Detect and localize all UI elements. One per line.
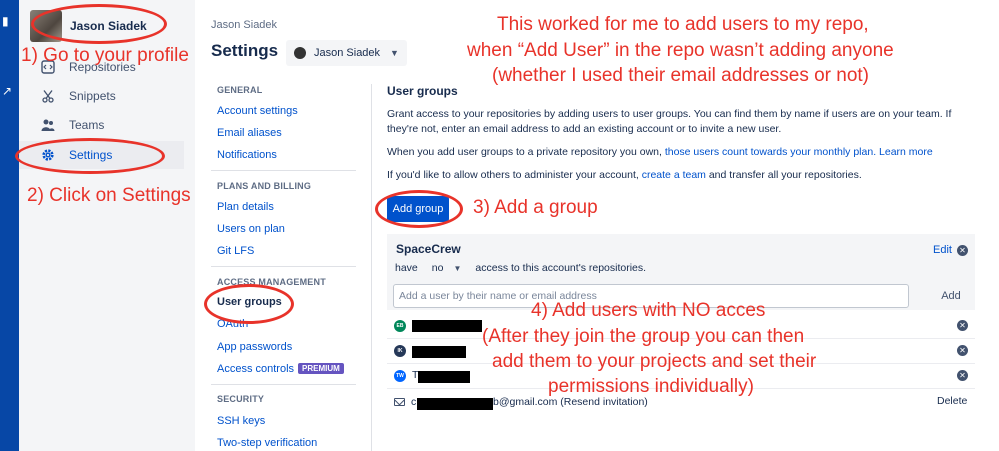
intro-paragraph: Grant access to your repositories by add… — [387, 108, 952, 135]
create-team-link[interactable]: create a team — [642, 169, 706, 181]
nav-divider — [211, 266, 356, 267]
sidebar-item-settings[interactable]: Settings — [19, 141, 184, 169]
account-switcher-label: Jason Siadek — [314, 47, 381, 59]
sidebar-item-label: Settings — [69, 148, 113, 162]
chevron-down-icon: ▼ — [453, 263, 462, 273]
member-avatar: IK — [394, 345, 406, 357]
redacted-email — [417, 398, 493, 410]
account-switcher[interactable]: Jason Siadek ▼ — [286, 40, 407, 66]
global-nav-rail: ▮ ↗ — [0, 0, 19, 451]
gear-icon — [41, 148, 55, 162]
product-icon[interactable]: ▮ — [2, 14, 16, 28]
nav-divider — [211, 384, 356, 385]
remove-member-icon[interactable]: ✕ — [957, 370, 968, 381]
content-divider — [371, 84, 372, 451]
nav-link-users-on-plan[interactable]: Users on plan — [217, 223, 285, 235]
redacted-name — [412, 320, 482, 332]
sidebar-item-label: Repositories — [69, 60, 136, 74]
section-title: User groups — [387, 84, 458, 98]
add-group-button[interactable]: Add group — [387, 196, 449, 222]
member-row: TW T ✕ — [387, 364, 975, 388]
delete-invite-link[interactable]: Delete — [937, 395, 967, 407]
sidebar-item-label: Teams — [69, 118, 105, 132]
redacted-name — [418, 371, 470, 383]
bitbucket-settings-screen: ▮ ↗ Jason Siadek Repositories Snippets T… — [0, 0, 999, 451]
chevron-down-icon: ▼ — [390, 48, 399, 58]
remove-member-icon[interactable]: ✕ — [957, 320, 968, 331]
nav-link-two-step[interactable]: Two-step verification — [217, 437, 317, 449]
access-level-select[interactable]: no ▼ — [426, 260, 468, 276]
group-name: SpaceCrew — [396, 242, 461, 256]
member-row: IK ✕ — [387, 339, 975, 363]
nav-link-access-controls-label: Access controls — [217, 363, 295, 375]
nav-divider — [211, 170, 356, 171]
monthly-plan-link[interactable]: those users count towards your monthly p… — [665, 146, 876, 158]
profile-link[interactable]: Jason Siadek — [30, 10, 147, 42]
nav-link-plan-details[interactable]: Plan details — [217, 201, 274, 213]
nav-link-email-aliases[interactable]: Email aliases — [217, 127, 282, 139]
nav-heading-general: GENERAL — [217, 85, 263, 95]
plan-paragraph: When you add user groups to a private re… — [387, 145, 977, 160]
sidebar-item-label: Snippets — [69, 89, 116, 103]
access-prefix: have — [395, 262, 418, 274]
member-avatar: TW — [394, 370, 406, 382]
premium-badge: PREMIUM — [298, 363, 344, 374]
nav-heading-security: SECURITY — [217, 394, 265, 404]
nav-heading-plans: PLANS AND BILLING — [217, 181, 312, 191]
access-level-value: no — [431, 262, 444, 274]
member-avatar: EB — [394, 320, 406, 332]
nav-link-app-passwords[interactable]: App passwords — [217, 341, 292, 353]
plan-text: When you add user groups to a private re… — [387, 146, 665, 158]
sidebar-item-teams[interactable]: Teams — [19, 111, 184, 139]
people-icon — [41, 118, 55, 132]
add-user-input[interactable] — [393, 284, 909, 308]
breadcrumb[interactable]: Jason Siadek — [211, 19, 277, 31]
annotation-heading-line3: (whether I used their email addresses or… — [492, 65, 870, 86]
code-icon — [41, 60, 55, 74]
annotation-step3: 3) Add a group — [473, 197, 598, 218]
learn-more-link[interactable]: Learn more — [879, 146, 933, 158]
invite-email-suffix[interactable]: b@gmail.com (Resend invitation) — [493, 396, 648, 408]
profile-name: Jason Siadek — [70, 19, 147, 33]
nav-link-oauth[interactable]: OAuth — [217, 318, 248, 330]
mail-icon — [394, 398, 405, 406]
nav-link-access-controls[interactable]: Access controls PREMIUM — [217, 363, 344, 375]
edit-group-link[interactable]: Edit — [933, 244, 952, 256]
team-text-a: If you'd like to allow others to adminis… — [387, 169, 642, 181]
page-title: Settings — [211, 41, 279, 60]
member-row: EB ✕ — [387, 314, 975, 338]
team-text-b: and transfer all your repositories. — [705, 169, 862, 181]
account-avatar-icon — [294, 47, 306, 59]
nav-link-user-groups[interactable]: User groups — [217, 296, 282, 308]
invite-prefix: c — [411, 396, 417, 408]
sidebar-item-snippets[interactable]: Snippets — [19, 82, 184, 110]
nav-link-notifications[interactable]: Notifications — [217, 149, 277, 161]
nav-heading-access: ACCESS MANAGEMENT — [217, 277, 326, 287]
rail-arrow-icon[interactable]: ↗ — [2, 84, 16, 98]
access-suffix: access to this account's repositories. — [475, 262, 647, 274]
invite-row: c b@gmail.com (Resend invitation) Delete — [387, 391, 975, 415]
add-user-button[interactable]: Add — [932, 284, 970, 308]
nav-link-git-lfs[interactable]: Git LFS — [217, 245, 254, 257]
sidebar-item-repositories[interactable]: Repositories — [19, 53, 184, 81]
nav-link-account-settings[interactable]: Account settings — [217, 105, 298, 117]
access-row: have no ▼ access to this account's repos… — [395, 260, 646, 276]
remove-member-icon[interactable]: ✕ — [957, 345, 968, 356]
annotation-heading-line2: when “Add User” in the repo wasn’t addin… — [467, 40, 894, 61]
annotation-heading-line1: This worked for me to add users to my re… — [497, 14, 869, 35]
scissors-icon — [41, 89, 55, 103]
team-paragraph: If you'd like to allow others to adminis… — [387, 168, 977, 183]
redacted-name — [412, 346, 466, 358]
delete-group-icon[interactable]: ✕ — [957, 245, 968, 256]
avatar — [30, 10, 62, 42]
row-separator — [387, 388, 975, 389]
nav-link-ssh-keys[interactable]: SSH keys — [217, 415, 265, 427]
